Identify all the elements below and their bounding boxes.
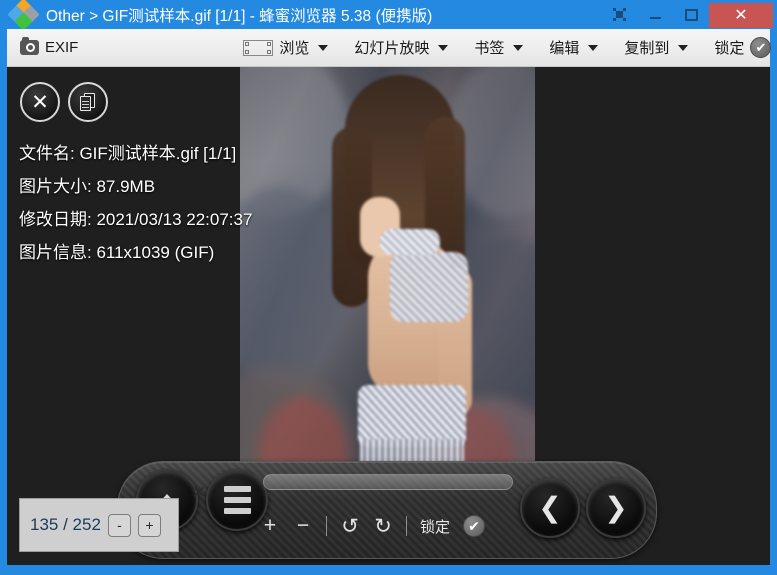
popup-close-icon[interactable]: ✕: [192, 483, 206, 503]
toolbar-item-bookmark-label: 书签: [474, 40, 505, 57]
displayed-image: [240, 67, 535, 527]
info-imageinfo: 图片信息: 611x1039 (GIF): [19, 243, 215, 262]
zoom-in-button[interactable]: +: [260, 514, 280, 538]
info-filename: 文件名: GIF测试样本.gif [1/1]: [19, 144, 237, 163]
window-controls: ✕: [601, 0, 777, 29]
image-viewer-canvas[interactable]: ✕ 文件名: GIF测试样本.gif [1/1] 图片大小: 87.9MB 修改…: [7, 67, 770, 565]
toolbar-item-browse-label: 浏览: [279, 40, 310, 57]
next-image-button[interactable]: ❯: [586, 478, 646, 538]
toolbar-exif[interactable]: EXIF: [13, 29, 85, 67]
chevron-down-icon: [438, 44, 449, 51]
bottom-control-bar: + − ↺ ↻ 锁定 ✔ ❮ ❯: [117, 461, 657, 559]
toolbar-exif-label: EXIF: [45, 39, 79, 56]
toolbar-item-slideshow[interactable]: 幻灯片放映: [347, 29, 455, 67]
toolbar-item-bookmark[interactable]: 书签: [467, 29, 530, 67]
info-filesize: 图片大小: 87.9MB: [19, 177, 156, 196]
chevron-down-icon: [678, 44, 689, 51]
page-decrement-button[interactable]: -: [107, 513, 131, 537]
copy-file-button[interactable]: [68, 82, 108, 122]
toolbar-item-copyto[interactable]: 复制到: [617, 29, 695, 67]
chevron-down-icon: [588, 44, 599, 51]
hamburger-icon: [223, 486, 251, 514]
check-icon: ✔: [463, 515, 486, 537]
separator: [406, 516, 407, 536]
toolbar-item-edit[interactable]: 编辑: [542, 29, 605, 67]
maximize-button[interactable]: [673, 0, 709, 29]
toolbar-item-browse[interactable]: 浏览: [236, 29, 335, 67]
browse-icon: [243, 39, 274, 56]
chevron-left-icon: ❮: [538, 492, 562, 523]
chevron-down-icon: [318, 44, 329, 51]
toolbar-item-copyto-label: 复制到: [624, 40, 670, 57]
app-logo-icon: [7, 0, 40, 31]
minimize-button[interactable]: [637, 0, 673, 29]
chevron-right-icon: ❯: [604, 492, 628, 523]
zoom-out-button[interactable]: −: [293, 514, 313, 538]
info-modified: 修改日期: 2021/03/13 22:07:37: [19, 210, 253, 229]
close-button[interactable]: ✕: [709, 2, 773, 28]
bottom-lock-label[interactable]: 锁定: [420, 516, 450, 537]
chevron-down-icon: [513, 44, 524, 51]
rotate-left-button[interactable]: ↺: [340, 514, 360, 539]
check-icon: ✔: [750, 37, 772, 58]
separator: [326, 516, 327, 536]
main-toolbar: EXIF 浏览 幻灯片放映 书签 编辑 复制到 锁定 ✔: [7, 29, 772, 67]
page-counter-popup: 135 / 252 - + ✕: [19, 483, 206, 552]
toolbar-lock[interactable]: 锁定 ✔: [707, 29, 777, 67]
previous-image-button[interactable]: ❮: [520, 478, 580, 538]
camera-icon: [20, 37, 39, 55]
copy-document-icon: [80, 93, 96, 111]
toolbar-lock-label: 锁定: [714, 40, 745, 57]
page-counter-label: 135 / 252: [30, 515, 101, 534]
title-bar: Other > GIF测试样本.gif [1/1] - 蜂蜜浏览器 5.38 (…: [0, 0, 777, 31]
toolbar-item-edit-label: 编辑: [549, 40, 580, 57]
rotate-right-button[interactable]: ↻: [373, 514, 393, 539]
image-info-overlay: 文件名: GIF测试样本.gif [1/1] 图片大小: 87.9MB 修改日期…: [19, 137, 252, 269]
toolbar-item-slideshow-label: 幻灯片放映: [354, 40, 430, 57]
image-scrollbar[interactable]: [263, 474, 513, 490]
close-image-button[interactable]: ✕: [20, 82, 60, 122]
snapshot-icon[interactable]: [601, 0, 637, 29]
window-title: Other > GIF测试样本.gif [1/1] - 蜂蜜浏览器 5.38 (…: [46, 7, 433, 25]
menu-button[interactable]: [206, 469, 268, 531]
page-increment-button[interactable]: +: [137, 513, 161, 537]
